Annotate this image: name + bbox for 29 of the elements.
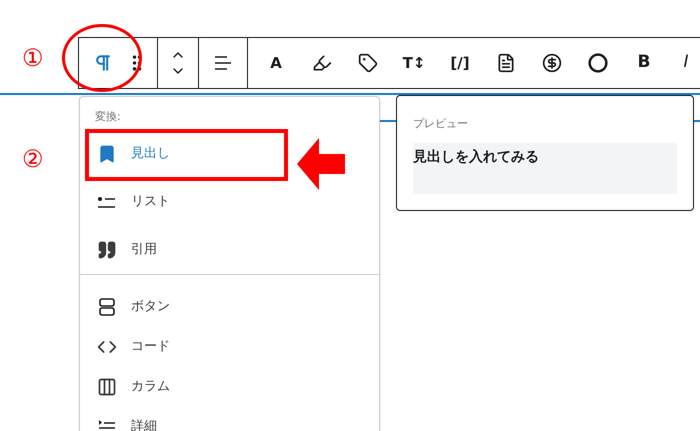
format-button[interactable]: T↕ xyxy=(394,47,434,79)
menu-item[interactable]: 引用 xyxy=(89,230,279,270)
document-icon xyxy=(496,53,516,73)
quote-icon xyxy=(97,240,117,260)
circle-icon xyxy=(588,53,608,73)
format-button[interactable]: A xyxy=(256,47,296,79)
format-button[interactable]: [/] xyxy=(440,47,480,79)
menu-item[interactable]: カラム xyxy=(89,366,279,406)
highlighter-icon xyxy=(312,53,332,73)
menu-heading: 変換: xyxy=(94,109,122,125)
preview-content: 見出しを入れてみる xyxy=(413,142,677,194)
step-number: ② xyxy=(22,144,44,175)
menu-item[interactable]: 見出し xyxy=(89,134,279,174)
list-icon xyxy=(97,194,117,208)
menu-item[interactable]: リスト xyxy=(89,182,279,222)
buttons-icon xyxy=(98,296,116,316)
details-icon xyxy=(97,418,117,431)
pilcrow-icon xyxy=(93,53,113,73)
tag-icon xyxy=(358,53,378,73)
dollar-icon xyxy=(542,53,562,73)
menu-item[interactable]: ボタン xyxy=(89,286,279,326)
italic-button[interactable]: I xyxy=(670,47,700,79)
columns-icon xyxy=(97,376,117,396)
step-number: ① xyxy=(22,43,44,74)
arrow-icon xyxy=(297,138,345,190)
menu-item[interactable]: コード xyxy=(89,326,279,366)
bold-button[interactable]: B xyxy=(624,47,664,79)
preview-heading: プレビュー xyxy=(413,116,469,132)
align-icon xyxy=(213,55,233,71)
